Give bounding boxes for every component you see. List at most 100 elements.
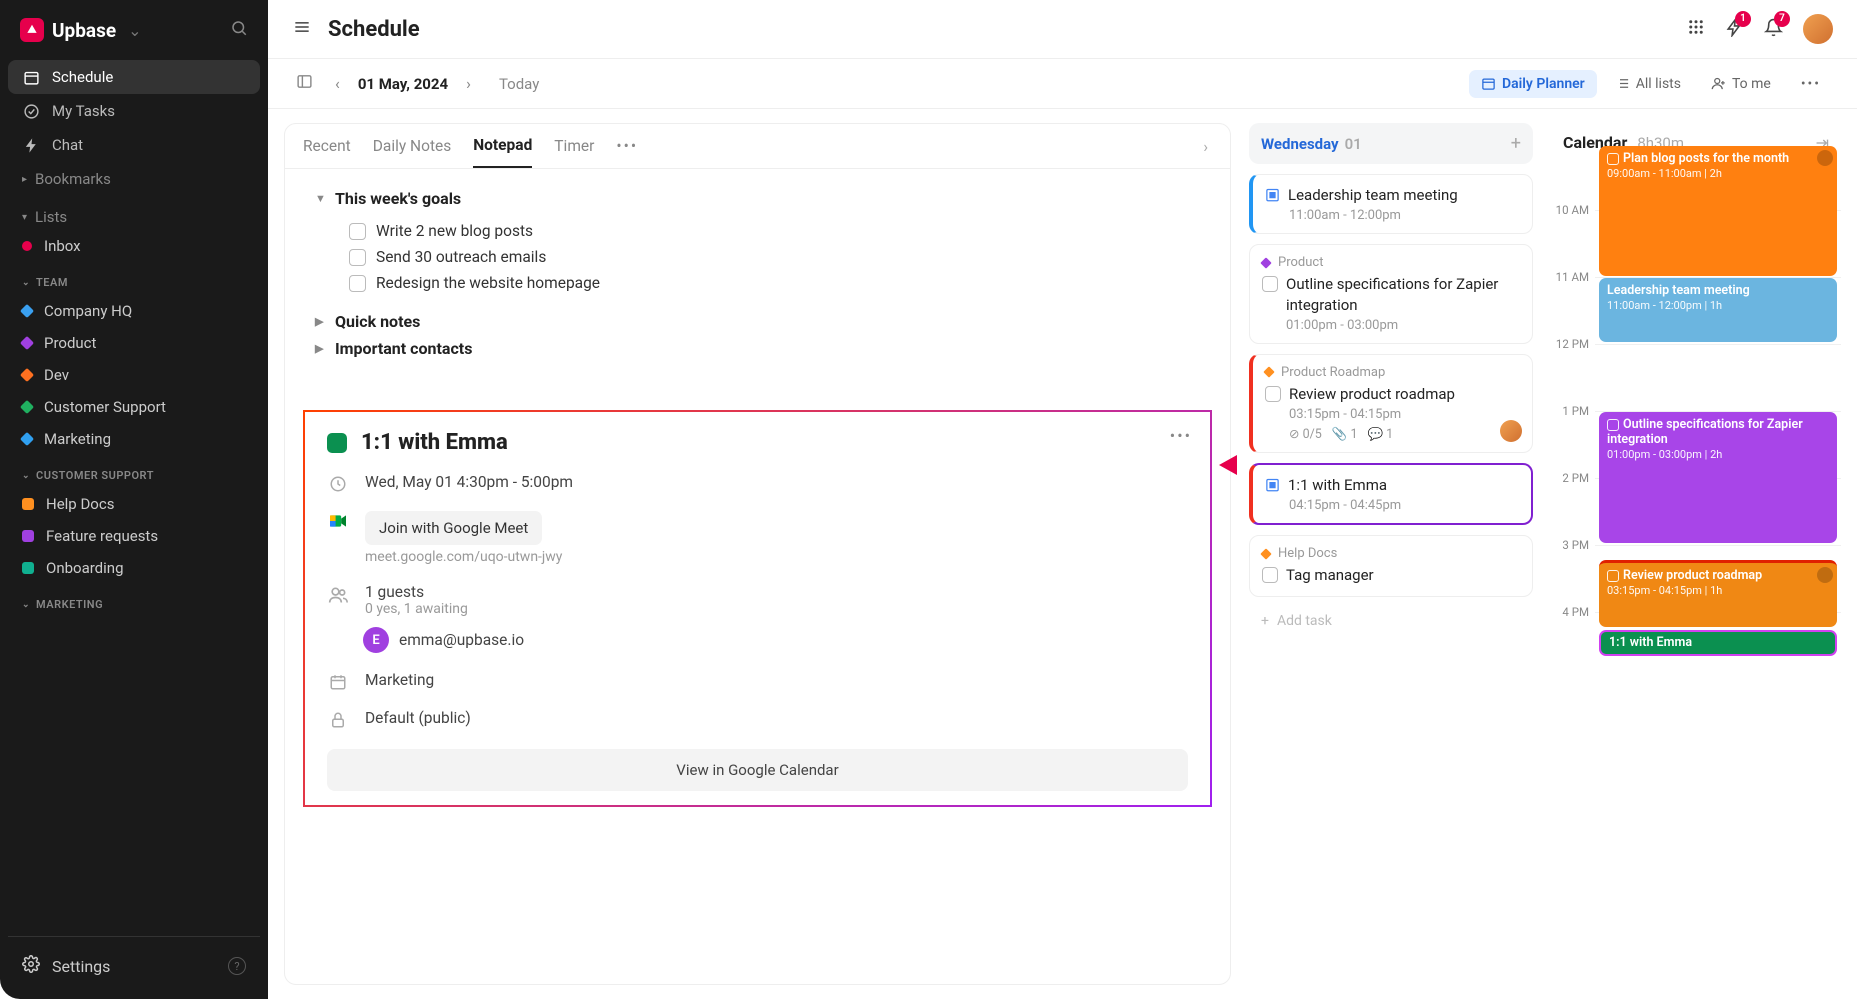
tab-daily-notes[interactable]: Daily Notes <box>373 137 452 167</box>
list-onboarding[interactable]: Onboarding <box>8 552 260 584</box>
add-task-icon[interactable]: + <box>1511 133 1521 154</box>
hour-label: 11 AM <box>1551 270 1589 284</box>
event-color-icon <box>327 433 347 453</box>
checkbox-icon[interactable] <box>349 249 366 266</box>
task-card-outline[interactable]: Product Outline specifications for Zapie… <box>1249 244 1533 344</box>
quick-notes-toggle[interactable]: ▶Quick notes <box>315 312 1200 331</box>
join-meet-button[interactable]: Join with Google Meet <box>365 511 542 545</box>
sidebar: Upbase ⌄ Schedule My Tasks Chat ▸ Bookma… <box>0 0 268 999</box>
calendar-grid[interactable]: 10 AM 11 AM 12 PM 1 PM 2 PM 3 PM 4 PM Pl… <box>1551 162 1841 985</box>
list-company-hq[interactable]: Company HQ <box>8 295 260 327</box>
guest-chip: E emma@upbase.io <box>363 627 524 653</box>
nav-chat[interactable]: Chat <box>8 128 260 162</box>
event-title: Review product roadmap <box>1623 568 1762 583</box>
lists-toggle[interactable]: ▾ Lists <box>8 200 260 230</box>
workspace-switcher[interactable]: Upbase ⌄ <box>8 12 260 60</box>
checkbox-icon[interactable] <box>1265 386 1281 402</box>
next-day-button[interactable]: › <box>462 70 475 97</box>
list-inbox[interactable]: Inbox <box>8 230 260 262</box>
checkbox-icon[interactable] <box>1262 567 1278 583</box>
settings-button[interactable]: Settings ? <box>8 945 260 987</box>
sidebar-footer: Settings ? <box>8 936 260 987</box>
checkbox-icon[interactable] <box>1607 570 1619 582</box>
help-icon[interactable]: ? <box>228 957 246 975</box>
event-datetime: Wed, May 01 4:30pm - 5:00pm <box>365 473 573 491</box>
cal-event-leadership[interactable]: Leadership team meeting 11:00am - 12:00p… <box>1599 278 1837 342</box>
contacts-toggle[interactable]: ▶Important contacts <box>315 339 1200 358</box>
chevron-down-icon: ⌄ <box>22 471 30 481</box>
prev-day-button[interactable]: ‹ <box>331 70 344 97</box>
to-me-button[interactable]: To me <box>1699 70 1783 98</box>
team-section-header[interactable]: ⌄ TEAM <box>8 262 260 295</box>
bolt-icon <box>22 137 40 154</box>
task-card-meeting[interactable]: Leadership team meeting 11:00am - 12:00p… <box>1249 174 1533 234</box>
marketing-section-header[interactable]: ⌄ MARKETING <box>8 584 260 617</box>
task-card-tag-manager[interactable]: Help Docs Tag manager <box>1249 535 1533 596</box>
guests-status: 0 yes, 1 awaiting <box>365 601 524 617</box>
list-label: Marketing <box>44 430 111 448</box>
cal-event-blogposts[interactable]: Plan blog posts for the month 09:00am - … <box>1599 146 1837 276</box>
goal-item[interactable]: Redesign the website homepage <box>349 270 1200 296</box>
user-avatar[interactable] <box>1803 14 1833 44</box>
checkbox-icon[interactable] <box>1607 153 1619 165</box>
bookmarks-toggle[interactable]: ▸ Bookmarks <box>8 162 260 192</box>
cs-section-header[interactable]: ⌄ CUSTOMER SUPPORT <box>8 455 260 488</box>
nav-schedule[interactable]: Schedule <box>8 60 260 94</box>
add-task-button[interactable]: + Add task <box>1249 607 1533 635</box>
cal-event-emma[interactable]: 1:1 with Emma <box>1599 630 1837 656</box>
checkbox-icon[interactable] <box>1607 419 1619 431</box>
list-marketing[interactable]: Marketing <box>8 423 260 455</box>
calendar-icon <box>327 671 349 691</box>
tag-dot-icon <box>1260 257 1271 268</box>
today-button[interactable]: Today <box>499 75 539 93</box>
guest-avatar: E <box>363 627 389 653</box>
nav-my-tasks[interactable]: My Tasks <box>8 94 260 128</box>
notepad-content[interactable]: ▼ This week's goals Write 2 new blog pos… <box>285 169 1230 378</box>
all-lists-button[interactable]: All lists <box>1603 70 1693 98</box>
panel-toggle-icon[interactable] <box>292 69 317 98</box>
view-google-calendar-button[interactable]: View in Google Calendar <box>327 749 1188 791</box>
settings-label: Settings <box>52 957 110 976</box>
goal-item[interactable]: Write 2 new blog posts <box>349 218 1200 244</box>
meet-link: meet.google.com/uqo-utwn-jwy <box>365 549 562 565</box>
event-list: Marketing <box>365 671 434 689</box>
cal-event-zapier[interactable]: Outline specifications for Zapier integr… <box>1599 412 1837 543</box>
task-card-emma[interactable]: 1:1 with Emma 04:15pm - 04:45pm <box>1249 463 1533 525</box>
cal-event-roadmap[interactable]: Review product roadmap 03:15pm - 04:15pm… <box>1599 560 1837 627</box>
chevron-right-icon[interactable]: › <box>1203 138 1212 166</box>
list-label: Feature requests <box>46 527 158 545</box>
goals-toggle[interactable]: ▼ This week's goals <box>315 189 1200 208</box>
add-task-label: Add task <box>1277 613 1332 629</box>
more-icon[interactable]: ••• <box>1170 426 1192 445</box>
notifications-icon[interactable]: 7 <box>1764 18 1783 41</box>
list-product[interactable]: Product <box>8 327 260 359</box>
list-dev[interactable]: Dev <box>8 359 260 391</box>
diamond-icon <box>20 400 34 414</box>
search-icon[interactable] <box>230 19 248 41</box>
activity-icon[interactable]: 1 <box>1725 18 1744 41</box>
checkbox-icon[interactable] <box>349 223 366 240</box>
goal-item[interactable]: Send 30 outreach emails <box>349 244 1200 270</box>
tab-more[interactable]: ••• <box>616 137 638 167</box>
daily-planner-button[interactable]: Daily Planner <box>1469 70 1597 98</box>
menu-toggle[interactable] <box>292 17 312 41</box>
task-card-roadmap[interactable]: Product Roadmap Review product roadmap 0… <box>1249 354 1533 453</box>
page-title: Schedule <box>328 17 420 42</box>
tab-notepad[interactable]: Notepad <box>473 136 532 168</box>
tab-timer[interactable]: Timer <box>554 137 594 167</box>
list-help-docs[interactable]: Help Docs <box>8 488 260 520</box>
checkbox-icon[interactable] <box>349 275 366 292</box>
more-options-button[interactable]: ••• <box>1789 70 1833 98</box>
list-customer-support[interactable]: Customer Support <box>8 391 260 423</box>
task-tag: Help Docs <box>1278 546 1337 561</box>
list-feature-requests[interactable]: Feature requests <box>8 520 260 552</box>
checkbox-icon[interactable] <box>1262 276 1278 292</box>
list-label: Dev <box>44 366 69 384</box>
task-time: 03:15pm - 04:15pm <box>1289 407 1520 422</box>
apps-icon[interactable] <box>1687 18 1705 40</box>
calendar-icon <box>22 69 40 86</box>
tab-recent[interactable]: Recent <box>303 137 351 167</box>
task-title: Review product roadmap <box>1289 384 1455 404</box>
goal-text: Redesign the website homepage <box>376 274 600 292</box>
hour-label: 1 PM <box>1551 404 1589 418</box>
